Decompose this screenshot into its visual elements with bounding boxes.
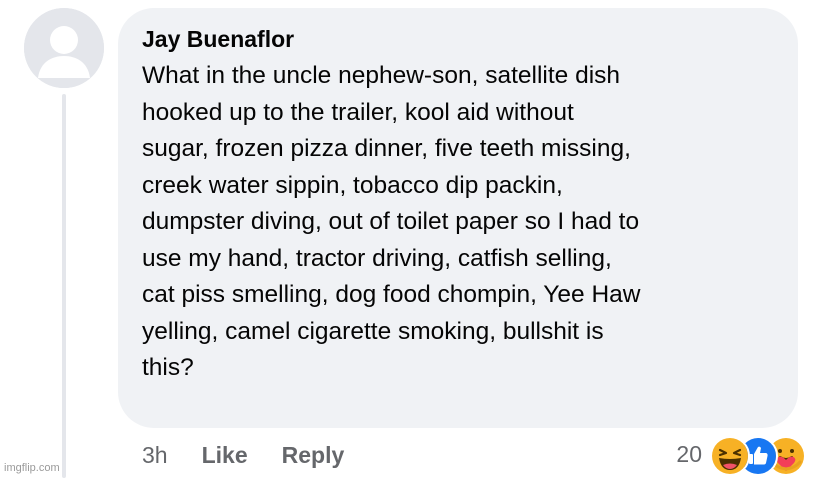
- comment-actions: 3h Like Reply: [142, 440, 344, 470]
- comment-bubble: Jay Buenaflor What in the uncle nephew-s…: [118, 8, 798, 428]
- reaction-icons: [710, 434, 806, 476]
- reactions-summary[interactable]: 20: [676, 434, 806, 476]
- haha-icon: [710, 436, 750, 476]
- comment-text: What in the uncle nephew-son, satellite …: [142, 62, 641, 381]
- comment-author[interactable]: Jay Buenaflor: [142, 24, 774, 54]
- reply-button[interactable]: Reply: [282, 442, 345, 469]
- avatar[interactable]: [24, 8, 104, 88]
- watermark: imgflip.com: [4, 462, 60, 474]
- default-avatar-icon: [24, 8, 104, 88]
- reply-thread-line: [62, 94, 66, 478]
- comment-timestamp[interactable]: 3h: [142, 442, 168, 469]
- reaction-count: 20: [676, 440, 702, 467]
- like-button[interactable]: Like: [202, 442, 248, 469]
